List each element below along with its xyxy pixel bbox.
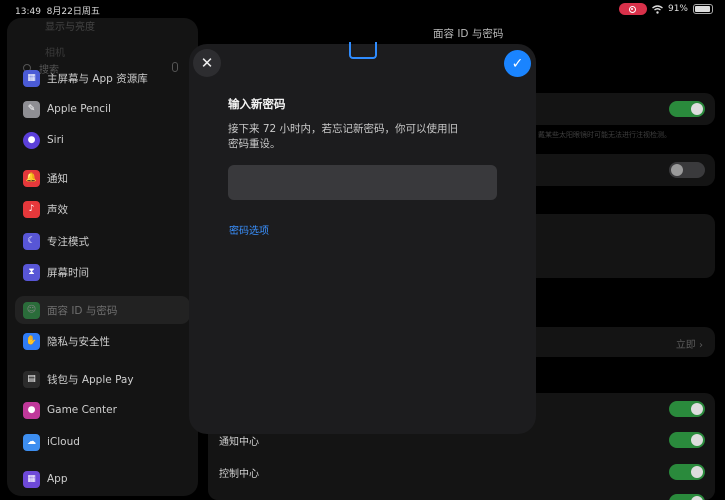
screen-recording-icon <box>618 3 647 15</box>
done-button[interactable]: ✓ <box>504 50 531 77</box>
row-label-notification-center: 通知中心 <box>219 437 259 448</box>
sidebar-item-privacy[interactable]: ✋ 隐私与安全性 <box>15 327 190 355</box>
checkmark-icon: ✓ <box>511 55 524 72</box>
settings-toggle[interactable] <box>669 494 705 500</box>
sidebar-ghost-item[interactable]: 相机 <box>45 44 65 59</box>
detail-page-title: 面容 ID 与密码 <box>433 28 504 40</box>
sheet-title: 输入新密码 <box>228 97 286 111</box>
sidebar-item-icloud[interactable]: ☁ iCloud <box>15 428 190 456</box>
sounds-icon: ♪ <box>23 200 40 218</box>
sidebar-item-siri[interactable]: ● Siri <box>15 126 190 154</box>
privacy-icon: ✋ <box>23 332 40 350</box>
attention-footnote: 戴某些太阳眼镜时可能无法进行注视检测。 <box>538 131 671 139</box>
sidebar-item-label: 屏幕时间 <box>47 266 89 279</box>
status-indicators: 91% <box>618 3 713 15</box>
sidebar-ghost-item[interactable]: 显示与亮度 <box>45 18 95 33</box>
sidebar-item-label: 通知 <box>47 172 68 185</box>
sidebar-item-home-screen[interactable]: ▦ 主屏幕与 App 资源库 <box>15 64 190 92</box>
require-passcode-value[interactable]: 立即 › <box>676 336 703 351</box>
settings-sidebar: 显示与亮度 相机 搜索 ▦ 主屏幕与 App 资源库 ✎ Apple Pencil ● S… <box>7 18 198 496</box>
sidebar-item-label: Game Center <box>47 404 117 416</box>
new-passcode-field[interactable] <box>228 165 497 200</box>
status-bar: 13:49 8月22日周五 91% <box>0 0 725 20</box>
passcode-lock-icon <box>349 42 377 59</box>
control-center-toggle[interactable] <box>669 464 705 480</box>
settings-toggle[interactable] <box>669 401 705 417</box>
settings-toggle[interactable] <box>669 162 705 178</box>
sidebar-item-focus[interactable]: ☾ 专注模式 <box>15 227 190 255</box>
sidebar-item-face-id[interactable]: ☺ 面容 ID 与密码 <box>15 296 190 324</box>
sidebar-item-game-center[interactable]: ● Game Center <box>15 396 190 424</box>
new-passcode-sheet: ✕ ✓ 输入新密码 接下来 72 小时内，若忘记新密码，你可以使用旧密码重设。 … <box>189 42 536 434</box>
battery-percentage: 91% <box>667 4 688 14</box>
sidebar-item-label: Apple Pencil <box>47 103 111 115</box>
sidebar-item-screen-time[interactable]: ⧗ 屏幕时间 <box>15 258 190 286</box>
sidebar-item-app-store[interactable]: ▦ App <box>15 465 190 493</box>
pencil-icon: ✎ <box>23 100 40 118</box>
wifi-icon <box>652 4 663 14</box>
app-store-icon: ▦ <box>23 470 40 488</box>
status-time: 13:49 8月22日周五 <box>15 7 100 17</box>
sidebar-item-label: 面容 ID 与密码 <box>47 304 118 317</box>
battery-icon <box>693 4 713 14</box>
face-id-icon: ☺ <box>23 301 40 319</box>
sheet-description: 接下来 72 小时内，若忘记新密码，你可以使用旧密码重设。 <box>228 123 459 150</box>
sidebar-item-label: 隐私与安全性 <box>47 335 110 348</box>
close-button[interactable]: ✕ <box>193 49 221 77</box>
focus-icon: ☾ <box>23 232 40 250</box>
notifications-icon: 🔔 <box>23 169 40 187</box>
siri-icon: ● <box>23 131 40 149</box>
notification-center-toggle[interactable] <box>669 432 705 448</box>
passcode-options-link[interactable]: 密码选项 <box>229 222 269 237</box>
sidebar-item-notifications[interactable]: 🔔 通知 <box>15 164 190 192</box>
sidebar-item-label: iCloud <box>47 436 80 448</box>
attention-toggle[interactable] <box>669 101 705 117</box>
sidebar-item-label: Siri <box>47 134 64 146</box>
wallet-icon: ▤ <box>23 370 40 388</box>
sidebar-item-pencil[interactable]: ✎ Apple Pencil <box>15 95 190 123</box>
icloud-icon: ☁ <box>23 433 40 451</box>
sidebar-item-label: 声效 <box>47 203 68 216</box>
sidebar-item-label: 钱包与 Apple Pay <box>47 373 134 386</box>
sidebar-item-label: App <box>47 473 68 485</box>
sidebar-item-label: 主屏幕与 App 资源库 <box>47 72 148 85</box>
screen-time-icon: ⧗ <box>23 263 40 281</box>
row-label-control-center: 控制中心 <box>219 469 259 480</box>
sidebar-item-label: 专注模式 <box>47 235 89 248</box>
close-icon: ✕ <box>200 54 214 72</box>
sidebar-item-sounds[interactable]: ♪ 声效 <box>15 195 190 223</box>
sidebar-item-wallet[interactable]: ▤ 钱包与 Apple Pay <box>15 365 190 393</box>
home-screen-icon: ▦ <box>23 69 40 87</box>
game-center-icon: ● <box>23 401 40 419</box>
